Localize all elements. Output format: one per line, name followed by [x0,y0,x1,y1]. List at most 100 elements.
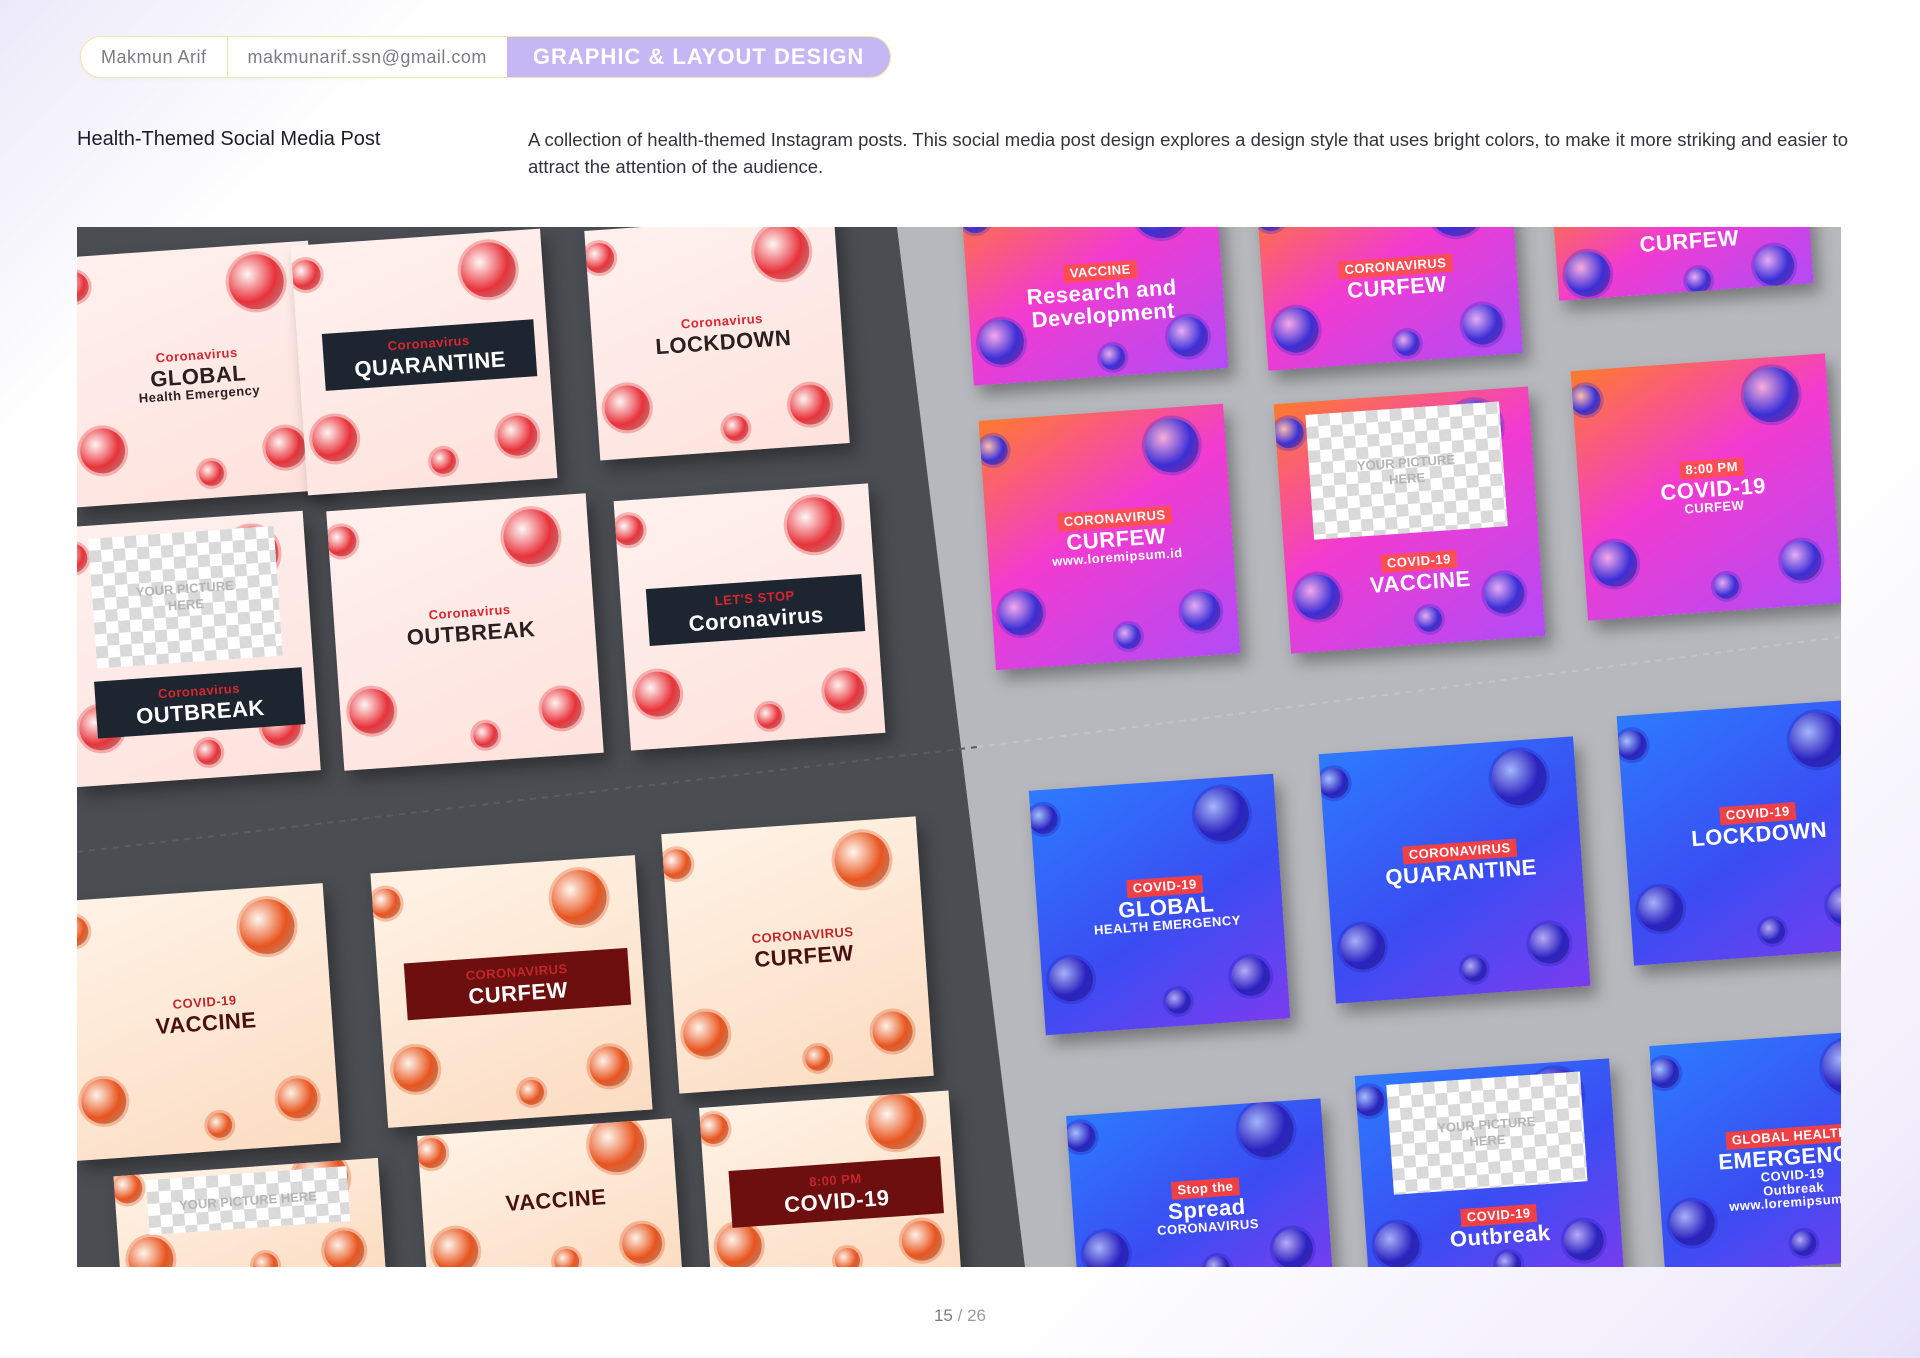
virus-graphic [264,426,307,470]
virus-graphic [756,703,783,730]
post-card: CORONAVIRUS CURFEW [1256,227,1523,371]
post-card: GLOBAL HEALTH EMERGENCY COVID-19 Outbreak ww… [1649,1028,1841,1267]
post-headline: COVID-19 VACCINE [92,978,319,1050]
page-total: 26 [967,1306,987,1325]
placeholder-label: YOUR PICTURE HERE [135,578,235,614]
virus-graphic [1394,330,1421,357]
virus-graphic [1164,988,1192,1015]
virus-graphic [584,242,616,275]
virus-graphic [900,1219,944,1263]
post-headline-line: CURFEW [1638,227,1740,257]
picture-placeholder: YOUR PICTURE HERE [145,1166,351,1235]
virus-graphic [78,426,127,475]
virus-graphic [1204,1255,1231,1267]
virus-graphic [1713,573,1740,600]
virus-graphic [804,1044,832,1072]
virus-graphic [1820,1037,1841,1097]
virus-graphic [1047,955,1095,1003]
virus-graphic [370,887,402,920]
virus-graphic [823,669,866,712]
virus-graphic [417,1137,448,1170]
virus-graphic [198,460,225,487]
virus-graphic [603,383,652,432]
virus-graphic [226,252,286,312]
post-headline: CORONAVIRUS CURFEW [694,911,913,983]
virus-graphic [1229,955,1272,998]
section-description: A collection of health-themed Instagram … [528,129,1848,177]
post-card: CORONAVIRUS CURFEW [661,816,934,1094]
post-headline: Stop the Spread CORONAVIRUS [1097,1164,1317,1249]
virus-graphic [540,687,583,730]
virus-graphic [633,670,682,719]
virus-graphic [553,1248,581,1267]
page-current: 15 [933,1306,953,1325]
post-headline-line: VACCINE [154,1006,258,1039]
virus-graphic [661,848,693,881]
virus-graphic [1180,590,1222,633]
virus-graphic [518,1079,545,1106]
post-card: Stop the Spread CORONAVIRUS [1066,1098,1333,1267]
virus-graphic [1787,710,1841,770]
virus-graphic [431,1227,480,1267]
virus-graphic [326,525,358,558]
post-card: CORONAVIRUS CURFEW www.loremipsum.id [978,403,1241,671]
post-headline-line: QUARANTINE [1384,854,1538,890]
virus-graphic [1193,785,1251,844]
post-card: YOUR PICTURE HERE COVID-19 VACCINE [1273,386,1546,654]
post-headline: Coronavirus QUARANTINE [321,319,538,391]
post-card: Coronavirus LOCKDOWN [584,227,850,461]
virus-graphic [237,897,297,956]
post-card: YOUR PICTURE HERE [113,1157,386,1267]
virus-graphic [126,1235,175,1267]
post-card: COVID-19 GLOBAL HEALTH EMERGENCY [1028,773,1291,1036]
post-headline-line: CURFEW [1346,270,1448,303]
post-headline-line: COVID-19 [783,1184,891,1217]
virus-graphic [997,589,1045,637]
virus-graphic [549,868,609,927]
virus-graphic [620,1222,664,1265]
page-number: 15 / 26 [0,1306,1920,1326]
virus-graphic [788,383,832,427]
virus-graphic [276,1076,319,1120]
page-separator: / [957,1306,963,1325]
virus-graphic [866,1092,926,1152]
virus-graphic [1649,1057,1681,1090]
virus-graphic [871,1010,914,1053]
virus-graphic [1338,923,1387,972]
post-headline-line: Outbreak [1449,1219,1552,1252]
post-headline: COVID-19 GLOBAL HEALTH EMERGENCY [1060,862,1272,947]
section-title: Health-Themed Social Media Post [77,128,381,150]
virus-graphic [347,687,396,736]
virus-graphic [1489,748,1549,808]
post-headline: Coronavirus GLOBAL Health Emergency [90,331,306,416]
virus-graphic [722,415,750,442]
virus-graphic [1780,539,1823,582]
virus-graphic [752,227,812,282]
virus-graphic [784,495,844,555]
post-headline: GLOBAL HEALTH EMERGENCY COVID-19 Outbreak ww… [1681,1112,1841,1225]
virus-graphic [715,1221,764,1267]
placeholder-label: YOUR PICTURE HERE [1436,1114,1536,1150]
post-headline-line: LOCKDOWN [654,324,793,360]
post-headline-line: VACCINE [504,1184,608,1217]
virus-graphic [1741,365,1801,425]
virus-graphic [1616,729,1648,762]
virus-graphic [1028,803,1059,835]
author-email[interactable]: makmunarif.ssn@gmail.com [226,37,507,77]
post-headline: Coronavirus OUTBREAK [359,588,582,660]
post-card: Coronavirus GLOBAL Health Emergency [77,240,326,508]
showcase-image: Coronavirus GLOBAL Health Emergency Coronav… [77,227,1841,1267]
virus-graphic [1528,922,1571,965]
virus-graphic [252,1252,279,1267]
post-card: Coronavirus OUTBREAK [326,493,604,771]
post-headline-line: OUTBREAK [135,694,266,729]
virus-graphic [978,434,1009,466]
post-headline: CORONAVIRUS CURFEW www.loremipsum.id [1010,494,1222,579]
virus-graphic [1759,918,1786,945]
post-card: Coronavirus QUARANTINE [290,228,558,496]
post-headline-line: Coronavirus [687,601,825,637]
picture-placeholder: YOUR PICTURE HERE [1386,1071,1588,1195]
post-card: YOUR PICTURE HERE COVID-19 Outbreak [1354,1058,1625,1267]
virus-graphic [1273,417,1305,450]
virus-graphic [113,1172,144,1205]
